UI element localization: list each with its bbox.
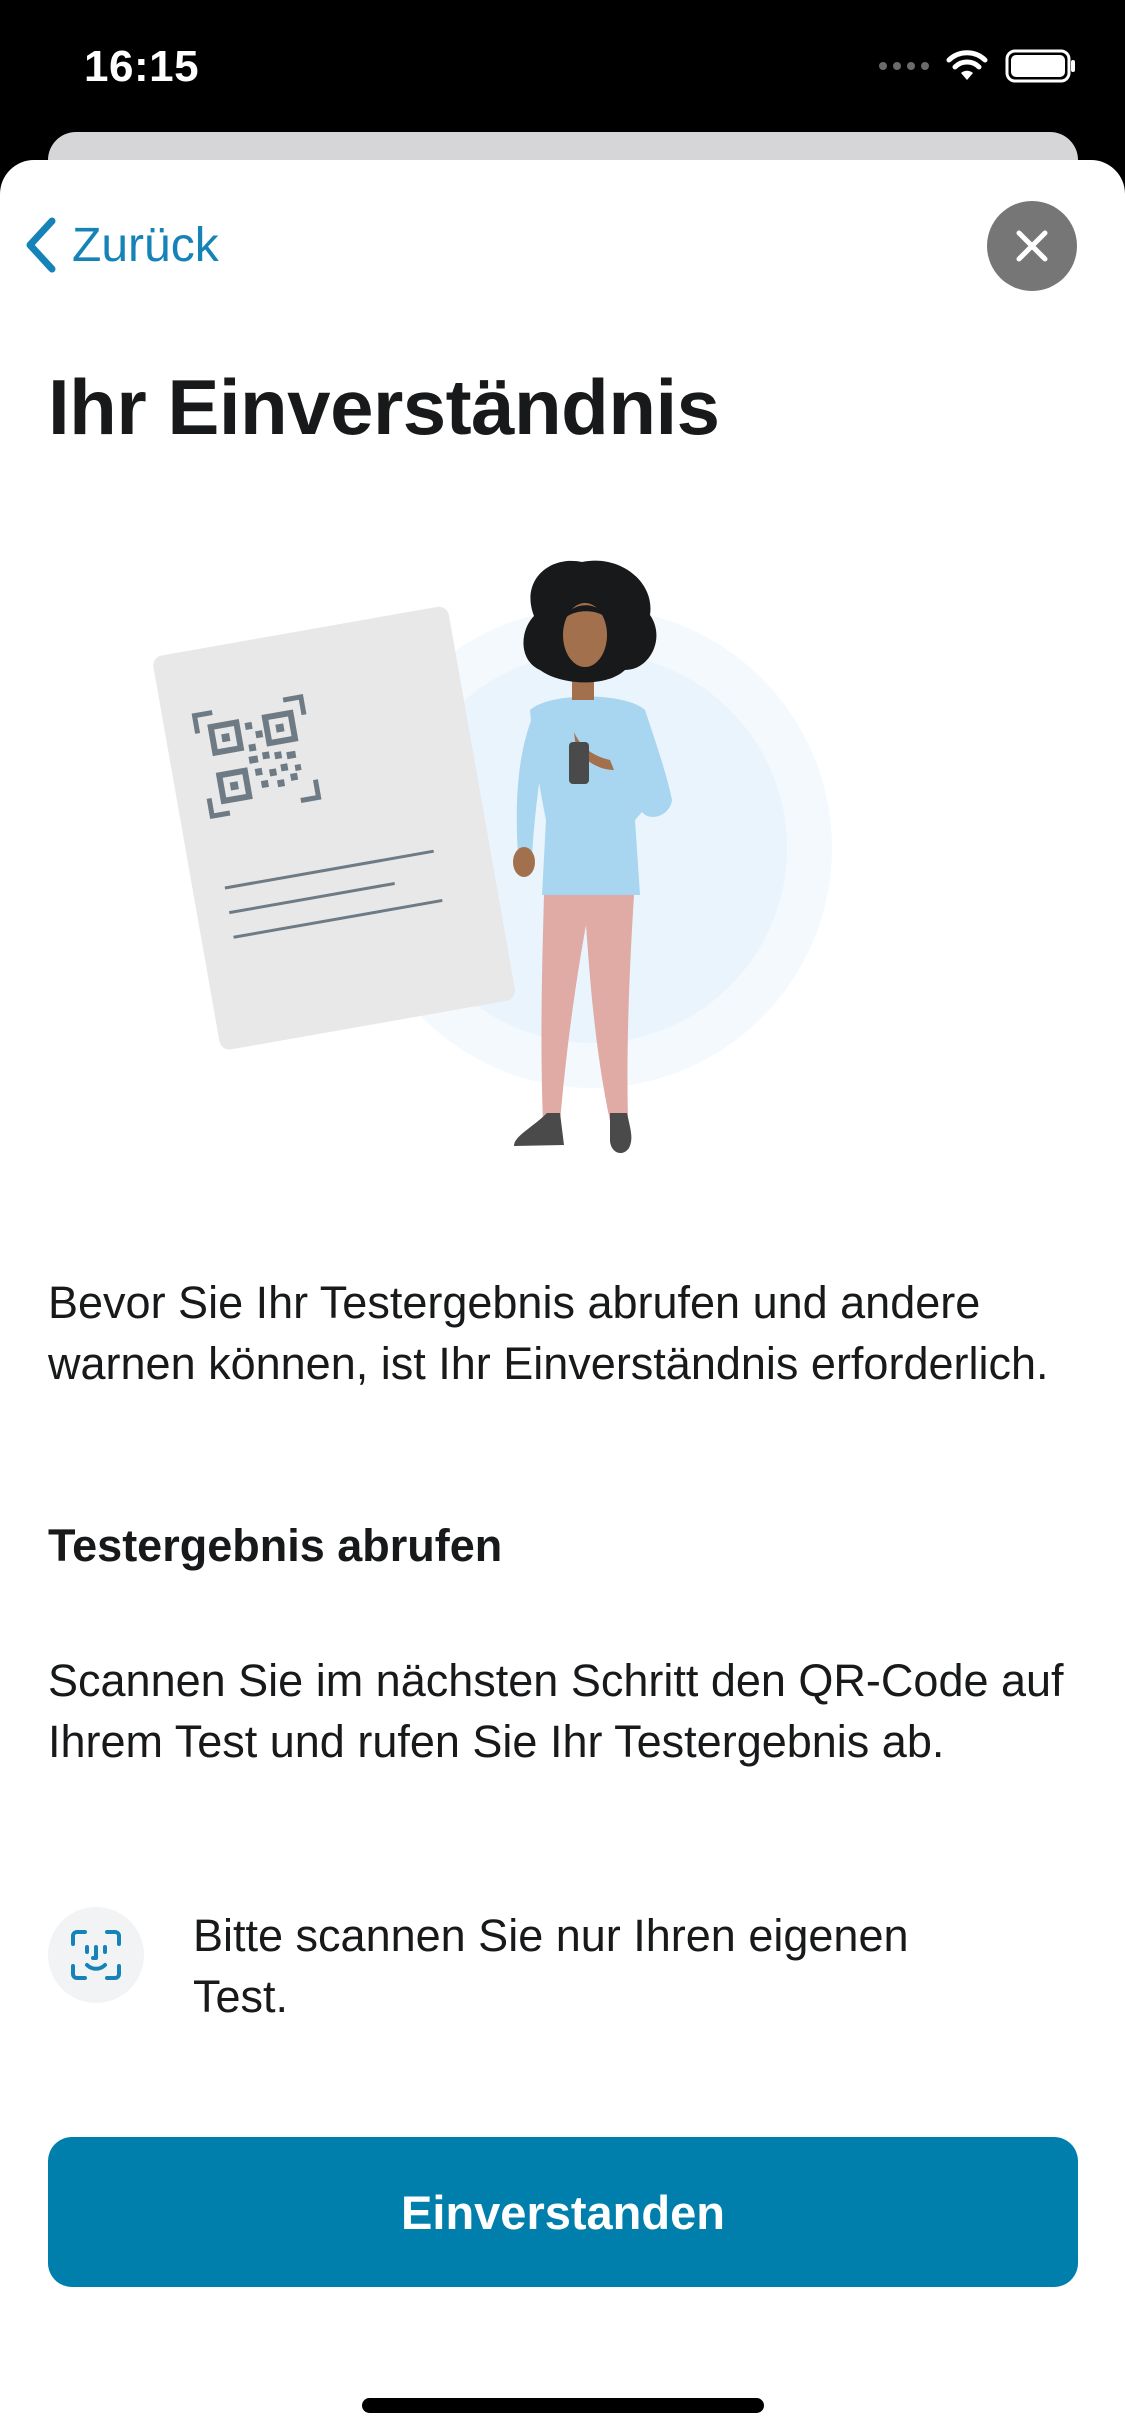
- status-icons: [879, 44, 1077, 88]
- status-time: 16:15: [84, 42, 200, 91]
- close-button[interactable]: [987, 201, 1077, 291]
- page-title: Ihr Einverständnis: [48, 363, 720, 451]
- notice-row: Bitte scannen Sie nur Ihren eigenen Test…: [48, 1905, 1078, 2035]
- back-button-label: Zurück: [72, 218, 219, 272]
- battery-icon: [1005, 49, 1075, 83]
- intro-text: Bevor Sie Ihr Testergebnis abrufen und a…: [48, 1277, 1049, 1389]
- home-indicator: [362, 2398, 764, 2413]
- face-scan-icon: [48, 1907, 144, 2003]
- wifi-icon: [946, 50, 988, 80]
- agree-button[interactable]: Einverstanden: [48, 2137, 1078, 2287]
- chevron-left-icon: [26, 217, 56, 273]
- section-heading: Testergebnis abrufen: [48, 1520, 503, 1571]
- consent-illustration: [153, 560, 832, 1154]
- back-button[interactable]: Zurück: [24, 210, 219, 280]
- status-bar: 16:15: [0, 0, 1125, 135]
- scan-instruction-text: Scannen Sie im nächsten Schritt den QR-C…: [48, 1655, 1064, 1767]
- notice-text: Bitte scannen Sie nur Ihren eigenen Test…: [193, 1910, 909, 2022]
- close-icon: [1016, 230, 1048, 262]
- cellular-signal-icon: [879, 62, 929, 70]
